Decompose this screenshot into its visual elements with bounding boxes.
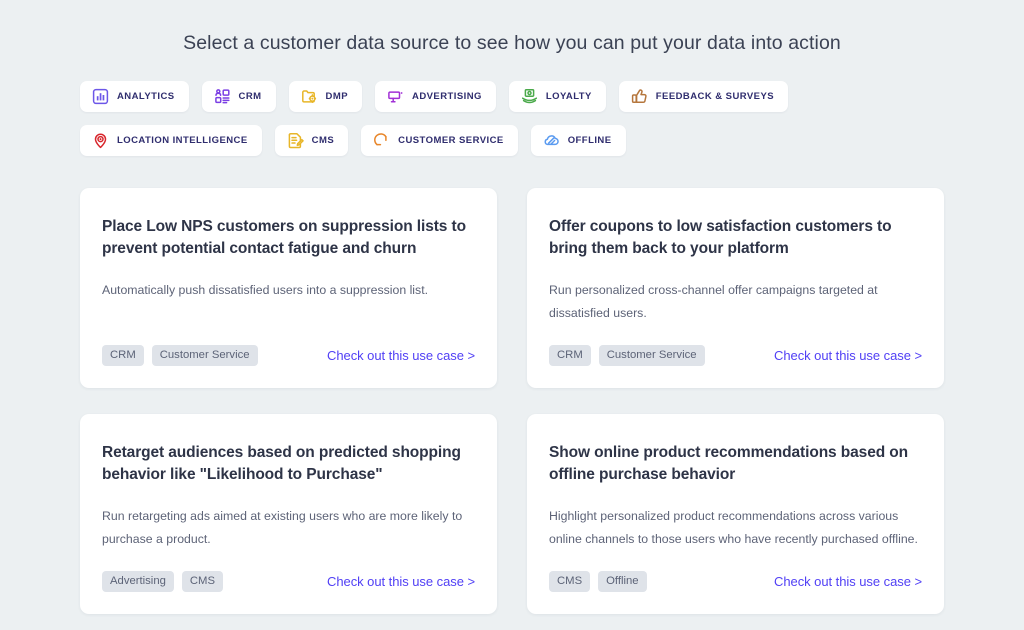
use-case-card[interactable]: Offer coupons to low satisfaction custom… — [527, 188, 944, 388]
check-out-use-case-link[interactable]: Check out this use case > — [327, 574, 475, 589]
use-case-tag: Offline — [598, 571, 646, 592]
filter-chip-loyalty[interactable]: LOYALTY — [509, 81, 606, 112]
use-case-tag: Customer Service — [152, 345, 258, 366]
check-out-use-case-link[interactable]: Check out this use case > — [327, 348, 475, 363]
filter-chip-label: ANALYTICS — [117, 91, 175, 102]
filter-chip-customer-service[interactable]: CUSTOMER SERVICE — [361, 125, 518, 156]
use-case-tag-list: CRM Customer Service — [549, 345, 705, 366]
filter-chip-location-intelligence[interactable]: LOCATION INTELLIGENCE — [80, 125, 262, 156]
filter-chip-label: CRM — [239, 91, 262, 102]
page-title: Select a customer data source to see how… — [0, 0, 1024, 56]
check-out-use-case-link[interactable]: Check out this use case > — [774, 574, 922, 589]
use-case-browser-page: Select a customer data source to see how… — [0, 0, 1024, 630]
filter-chip-offline[interactable]: OFFLINE — [531, 125, 626, 156]
filter-chip-label: ADVERTISING — [412, 91, 482, 102]
customer-service-headset-icon — [373, 132, 390, 149]
use-case-description: Run retargeting ads aimed at existing us… — [102, 505, 475, 550]
use-case-title: Retarget audiences based on predicted sh… — [102, 442, 475, 486]
use-case-tag-list: CMS Offline — [549, 571, 647, 592]
filter-chip-dmp[interactable]: DMP — [289, 81, 362, 112]
offline-cloud-slash-icon — [543, 132, 560, 149]
data-source-chip-row: ANALYTICS CRM DMP ADVERTISING LOYALTY FEEDBAC… — [80, 81, 944, 156]
feedback-thumbs-up-icon — [631, 88, 648, 105]
dmp-folder-gear-icon — [301, 88, 318, 105]
advertising-megaphone-icon — [387, 88, 404, 105]
use-case-title: Show online product recommendations base… — [549, 442, 922, 486]
filter-chip-cms[interactable]: CMS — [275, 125, 348, 156]
use-case-title: Offer coupons to low satisfaction custom… — [549, 216, 922, 260]
use-case-card[interactable]: Retarget audiences based on predicted sh… — [80, 414, 497, 614]
location-pin-icon — [92, 132, 109, 149]
use-case-card[interactable]: Place Low NPS customers on suppression l… — [80, 188, 497, 388]
use-case-description: Run personalized cross-channel offer cam… — [549, 279, 922, 324]
filter-chip-label: OFFLINE — [568, 135, 612, 146]
loyalty-money-hand-icon — [521, 88, 538, 105]
use-case-footer: Advertising CMS Check out this use case > — [102, 551, 475, 592]
filter-chip-crm[interactable]: CRM — [202, 81, 276, 112]
filter-chip-feedback-surveys[interactable]: FEEDBACK & SURVEYS — [619, 81, 788, 112]
analytics-bar-chart-icon — [92, 88, 109, 105]
filter-chip-advertising[interactable]: ADVERTISING — [375, 81, 496, 112]
filter-chip-label: CMS — [312, 135, 334, 146]
filter-chip-label: CUSTOMER SERVICE — [398, 135, 504, 146]
filter-chip-label: LOCATION INTELLIGENCE — [117, 135, 248, 146]
use-case-tag: CRM — [102, 345, 144, 366]
cms-document-pencil-icon — [287, 132, 304, 149]
filter-chip-analytics[interactable]: ANALYTICS — [80, 81, 189, 112]
use-case-tag: CMS — [549, 571, 590, 592]
use-case-footer: CRM Customer Service Check out this use ca… — [102, 325, 475, 366]
use-case-description: Automatically push dissatisfied users in… — [102, 279, 475, 302]
use-case-card[interactable]: Show online product recommendations base… — [527, 414, 944, 614]
use-case-tag: Customer Service — [599, 345, 705, 366]
use-case-tag-list: CRM Customer Service — [102, 345, 258, 366]
use-case-tag: Advertising — [102, 571, 174, 592]
filter-chip-label: DMP — [326, 91, 348, 102]
use-case-title: Place Low NPS customers on suppression l… — [102, 216, 475, 260]
use-case-card-grid: Place Low NPS customers on suppression l… — [0, 188, 1024, 614]
use-case-tag-list: Advertising CMS — [102, 571, 223, 592]
check-out-use-case-link[interactable]: Check out this use case > — [774, 348, 922, 363]
use-case-tag: CRM — [549, 345, 591, 366]
crm-contact-list-icon — [214, 88, 231, 105]
use-case-footer: CMS Offline Check out this use case > — [549, 551, 922, 592]
filter-chip-label: LOYALTY — [546, 91, 592, 102]
use-case-footer: CRM Customer Service Check out this use ca… — [549, 325, 922, 366]
use-case-description: Highlight personalized product recommend… — [549, 505, 922, 550]
use-case-tag: CMS — [182, 571, 223, 592]
data-source-filter-bar: ANALYTICS CRM DMP ADVERTISING LOYALTY FEEDBAC… — [0, 81, 1024, 156]
filter-chip-label: FEEDBACK & SURVEYS — [656, 91, 774, 102]
